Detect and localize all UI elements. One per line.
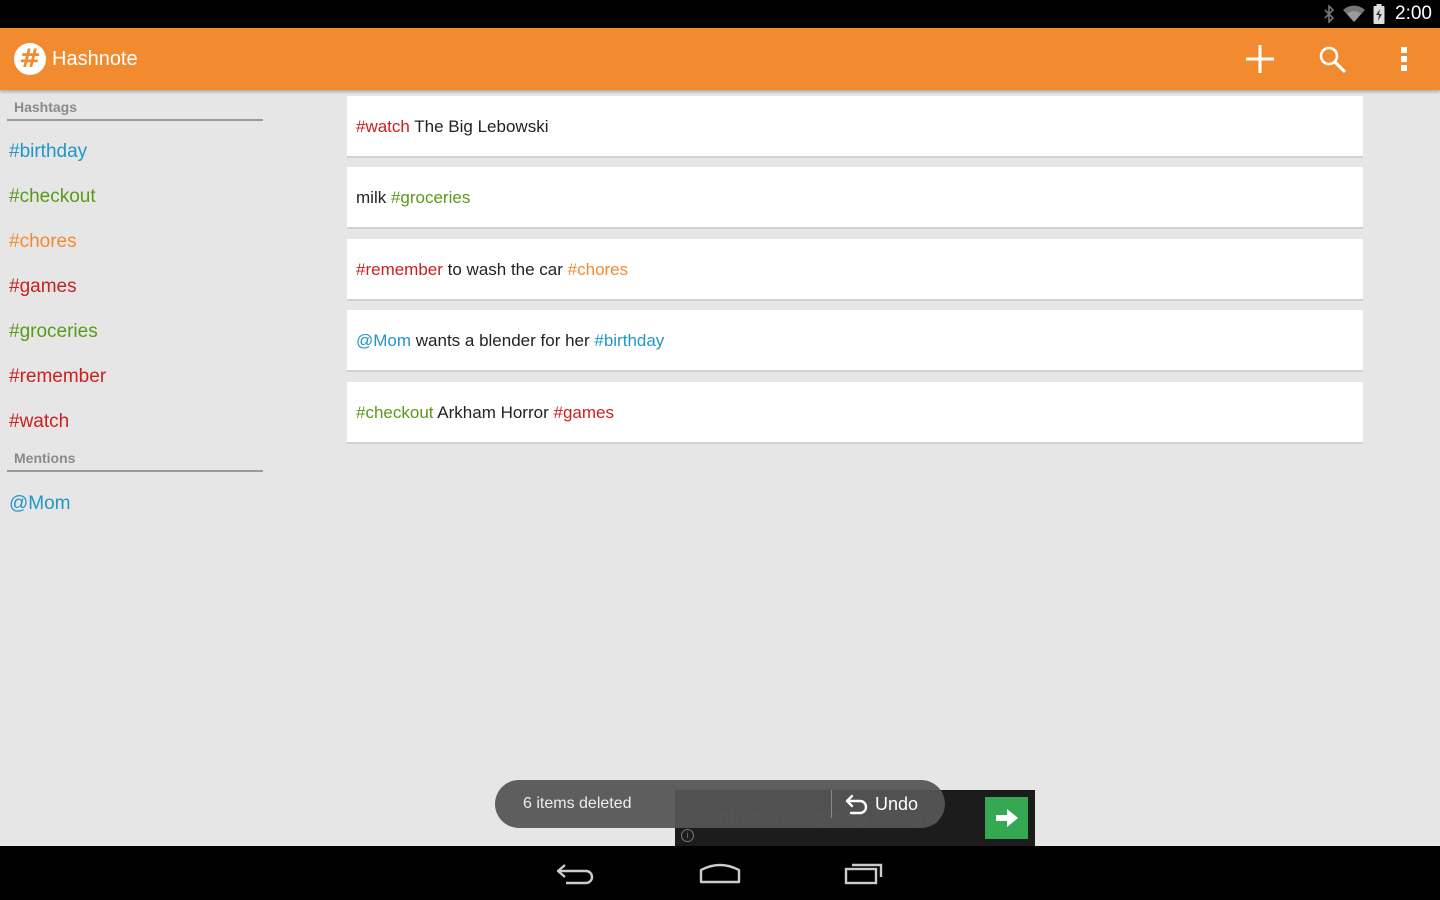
navigation-bar	[0, 846, 1440, 900]
note-hashtag[interactable]: #remember	[356, 260, 443, 279]
note-text: to wash the car	[442, 260, 568, 279]
toast-divider	[831, 790, 832, 818]
battery-icon	[1373, 4, 1385, 24]
note-hashtag[interactable]: #groceries	[391, 188, 470, 207]
sidebar-item-groceries[interactable]: #groceries	[9, 309, 98, 354]
sidebar-item-games[interactable]: #games	[9, 264, 77, 309]
recents-icon	[844, 863, 883, 885]
app-title: Hashnote	[52, 48, 138, 70]
sidebar-item-chores[interactable]: #chores	[9, 219, 77, 264]
note-mention[interactable]: @Mom	[356, 331, 411, 350]
hashtags-header: Hashtags	[7, 90, 263, 121]
undo-label: Undo	[875, 793, 919, 814]
note-hashtag[interactable]: #checkout	[356, 403, 434, 422]
back-button[interactable]	[541, 846, 611, 900]
bluetooth-icon	[1324, 5, 1335, 23]
search-button[interactable]	[1296, 28, 1368, 90]
ad-go-button[interactable]	[985, 797, 1028, 839]
note-hashtag[interactable]: #chores	[568, 260, 628, 279]
note-text: The Big Lebowski	[409, 117, 549, 136]
add-icon	[1246, 45, 1274, 73]
wifi-icon	[1343, 5, 1366, 22]
sidebar-item-mom[interactable]: @Mom	[9, 481, 71, 526]
mentions-header: Mentions	[7, 441, 263, 472]
note-text: milk	[356, 188, 391, 207]
note-text: Arkham Horror	[433, 403, 554, 422]
undo-button[interactable]: Undo	[845, 780, 918, 828]
search-icon	[1319, 46, 1346, 73]
back-icon	[556, 864, 594, 885]
toast-message: 6 items deleted	[523, 795, 632, 812]
note-card[interactable]: milk #groceries	[347, 167, 1363, 229]
arrow-right-icon	[995, 809, 1018, 827]
undo-toast: 6 items deleted Undo	[495, 780, 945, 828]
app-logo-icon[interactable]: #	[14, 43, 46, 75]
sidebar-item-checkout[interactable]: #checkout	[9, 174, 96, 219]
note-hashtag[interactable]: #birthday	[594, 331, 664, 350]
sidebar-item-birthday[interactable]: #birthday	[9, 129, 87, 174]
note-card[interactable]: #watch The Big Lebowski	[347, 96, 1363, 158]
sidebar-item-watch[interactable]: #watch	[9, 399, 69, 444]
status-icons: 2:00	[1323, 0, 1432, 28]
clock: 2:00	[1395, 3, 1432, 24]
note-hashtag[interactable]: #watch	[356, 117, 410, 136]
undo-icon	[845, 794, 868, 815]
home-icon	[699, 863, 741, 884]
sidebar-item-remember[interactable]: #remember	[9, 354, 106, 399]
recents-button[interactable]	[829, 846, 899, 900]
overflow-menu-icon	[1401, 47, 1407, 71]
status-bar: 2:00	[0, 0, 1440, 28]
note-card[interactable]: #remember to wash the car #chores	[347, 239, 1363, 301]
sidebar: Hashtags #birthday #checkout #chores #ga…	[0, 90, 270, 846]
action-bar: # Hashnote	[0, 28, 1440, 90]
overflow-menu-button[interactable]	[1368, 28, 1440, 90]
note-hashtag[interactable]: #games	[553, 403, 613, 422]
note-text: wants a blender for her	[411, 331, 595, 350]
add-note-button[interactable]	[1224, 28, 1296, 90]
ad-info-icon[interactable]: i	[681, 829, 694, 842]
note-card[interactable]: #checkout Arkham Horror #games	[347, 382, 1363, 444]
note-card[interactable]: @Mom wants a blender for her #birthday	[347, 310, 1363, 372]
home-button[interactable]	[685, 846, 755, 900]
